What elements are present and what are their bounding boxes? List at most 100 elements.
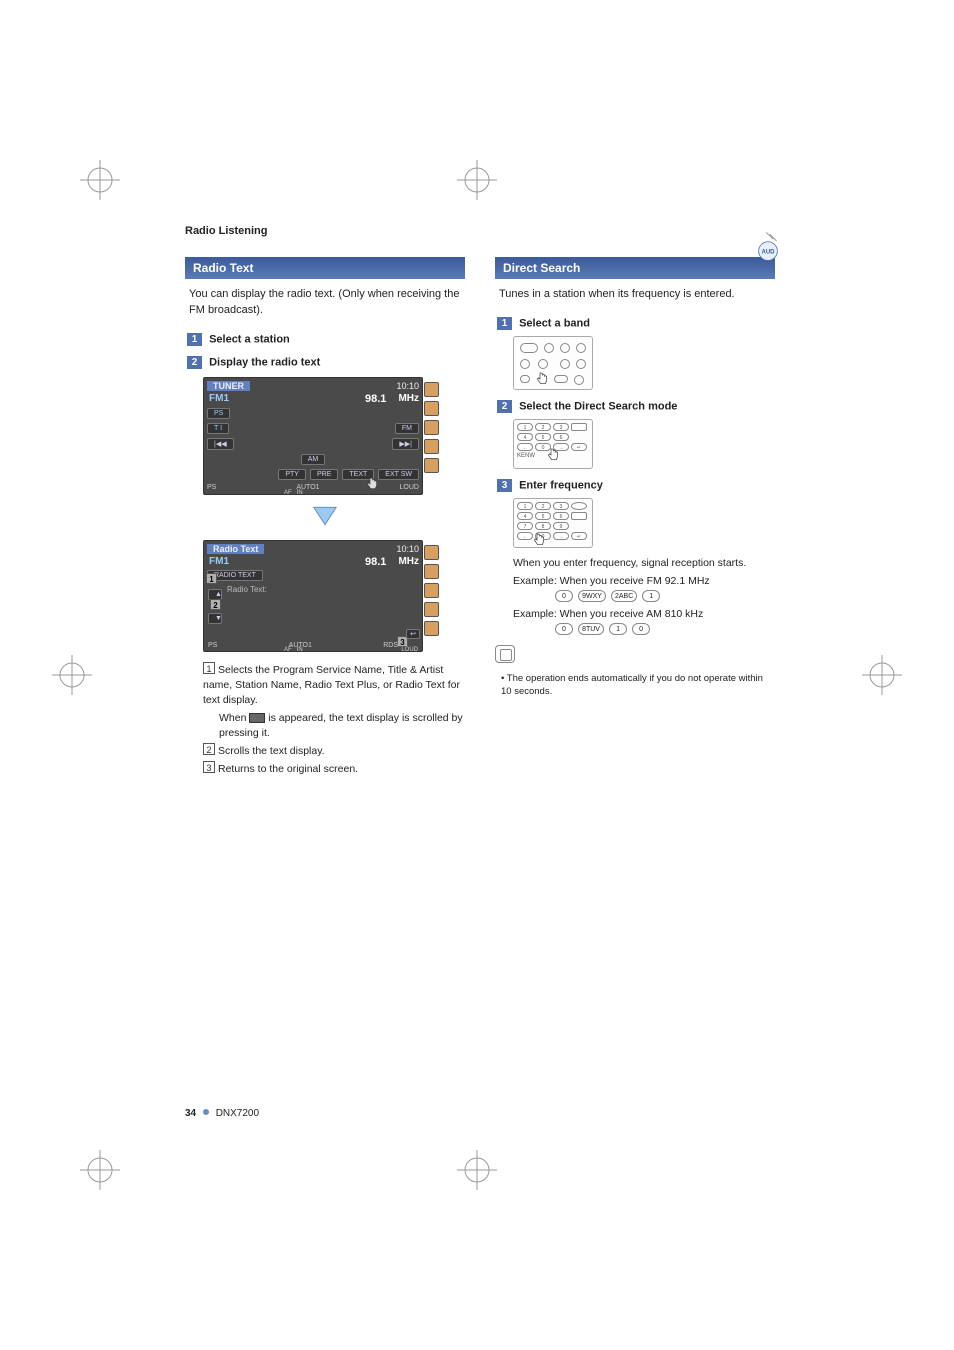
step-1: 1 Select a band <box>497 317 775 330</box>
ref-1-icon: 1 <box>203 662 215 674</box>
ref-3-icon: 3 <box>203 761 215 773</box>
step-label: Select a station <box>209 333 290 345</box>
crop-mark-icon <box>862 655 902 695</box>
screen-title: TUNER <box>207 381 250 391</box>
ref-2-icon: 2 <box>203 743 215 755</box>
pre-button[interactable]: PRE <box>310 469 338 480</box>
touch-hand-icon <box>534 371 550 387</box>
step-label: Select the Direct Search mode <box>519 400 677 412</box>
page-footer: 34 DNX7200 <box>185 1108 259 1119</box>
separator-icon <box>203 1109 209 1115</box>
note-1b-pre: When <box>219 712 249 724</box>
note-icon <box>495 645 515 663</box>
fm-button[interactable]: FM <box>395 423 419 434</box>
touch-hand-icon <box>364 476 380 492</box>
side-icons <box>424 382 440 473</box>
pty-button[interactable]: PTY <box>278 469 306 480</box>
key-oval: 2ABC <box>611 590 637 602</box>
crop-mark-icon <box>80 160 120 200</box>
step-1: 1 Select a station <box>187 333 465 346</box>
step-num-icon: 2 <box>187 356 202 369</box>
prev-button[interactable]: |◀◀ <box>207 438 234 450</box>
foot-ps: PS <box>208 642 217 649</box>
key-oval: 0 <box>555 590 573 602</box>
foot-af: AF <box>284 490 292 496</box>
step-3: 3 Enter frequency <box>497 479 775 492</box>
example-1-keys: 0 9WXY 2ABC 1 <box>555 589 775 602</box>
extsw-button[interactable]: EXT SW <box>378 469 419 480</box>
touch-hand-icon <box>545 447 561 463</box>
crop-mark-icon <box>457 1150 497 1190</box>
svg-text:AUD: AUD <box>762 250 776 256</box>
step-num-icon: 1 <box>187 333 202 346</box>
step-2: 2 Select the Direct Search mode <box>497 400 775 413</box>
band-label: FM1 <box>209 556 229 567</box>
breadcrumb: Radio Listening <box>185 225 775 237</box>
frequency-value: 98.1 <box>365 393 386 405</box>
step-num-icon: 3 <box>497 479 512 492</box>
key-oval: 0 <box>555 623 573 635</box>
front-panel-diagram <box>513 336 593 390</box>
note-1a: Selects the Program Service Name, Title … <box>203 664 460 706</box>
step-label: Select a band <box>519 317 590 329</box>
key-oval: 8TUV <box>578 623 604 635</box>
tuner-screen: TUNER 10:10 FM1 98.1 MHz PS T I FM |◀ <box>203 377 423 495</box>
crop-mark-icon <box>80 1150 120 1190</box>
side-icons <box>424 545 440 636</box>
sub-text: When you enter frequency, signal recepti… <box>513 556 775 571</box>
ti-button[interactable]: T I <box>207 423 229 434</box>
key-oval: 1 <box>609 623 627 635</box>
crop-mark-icon <box>52 655 92 695</box>
clock-label: 10:10 <box>396 544 419 554</box>
foot-loud: LOUD <box>400 484 419 491</box>
am-button[interactable]: AM <box>301 454 326 465</box>
page-number: 34 <box>185 1108 196 1119</box>
step-2: 2 Display the radio text <box>187 356 465 369</box>
section-title-direct-search: Direct Search <box>495 257 775 279</box>
remote-keypad-diagram: 123 456 ←0→↵ KENW <box>513 419 593 469</box>
note-3: Returns to the original screen. <box>218 763 358 775</box>
next-button[interactable]: ▶▶| <box>392 438 419 450</box>
foot-af: AF <box>284 647 292 653</box>
foot-in: IN <box>297 490 303 496</box>
screen-title: Radio Text <box>207 544 264 554</box>
foot-in: IN <box>297 647 303 653</box>
callout-2: 2 <box>210 599 221 610</box>
tip-text-content: The operation ends automatically if you … <box>501 673 763 697</box>
ps-button[interactable]: PS <box>207 408 230 419</box>
note-2: Scrolls the text display. <box>218 745 325 757</box>
left-column: Radio Text You can display the radio tex… <box>185 257 465 779</box>
scroll-icon <box>249 713 265 723</box>
scroll-down-button[interactable]: ▼ <box>208 613 222 624</box>
example-2-label: Example: When you receive AM 810 kHz <box>513 608 775 620</box>
foot-rds: RDS <box>383 642 398 649</box>
intro-text: Tunes in a station when its frequency is… <box>495 287 775 303</box>
touch-hand-icon <box>531 532 547 548</box>
example-2-keys: 0 8TUV 1 0 <box>555 622 775 635</box>
clock-label: 10:10 <box>396 381 419 391</box>
step-num-icon: 2 <box>497 400 512 413</box>
step-num-icon: 1 <box>497 317 512 330</box>
radiotext-label: Radio Text: <box>227 585 419 594</box>
keypad-brand-label: KENW <box>517 453 535 459</box>
key-oval: 0 <box>632 623 650 635</box>
frequency-unit: MHz <box>398 393 419 404</box>
key-oval: 9WXY <box>578 590 606 602</box>
intro-text: You can display the radio text. (Only wh… <box>185 287 465 319</box>
foot-ps: PS <box>207 484 216 491</box>
aud-badge-icon: AUD <box>751 229 785 263</box>
return-button[interactable]: ↩ <box>406 629 420 639</box>
arrow-down-icon <box>185 505 465 530</box>
radio-text-screen: Radio Text 10:10 FM1 98.1 MHz RADIO TEXT… <box>203 540 423 652</box>
notes-list: 1Selects the Program Service Name, Title… <box>203 662 465 778</box>
frequency-value: 98.1 <box>365 556 386 568</box>
key-oval: 1 <box>642 590 660 602</box>
model-label: DNX7200 <box>216 1108 259 1119</box>
crop-mark-icon <box>457 160 497 200</box>
remote-keypad-diagram: 123 456 789 ←0→↵ <box>513 498 593 548</box>
callout-1: 1 <box>206 573 217 584</box>
tip-text: • The operation ends automatically if yo… <box>501 672 775 699</box>
step-label: Enter frequency <box>519 479 603 491</box>
foot-loud: LOUD <box>401 647 418 653</box>
section-title-radio-text: Radio Text <box>185 257 465 279</box>
